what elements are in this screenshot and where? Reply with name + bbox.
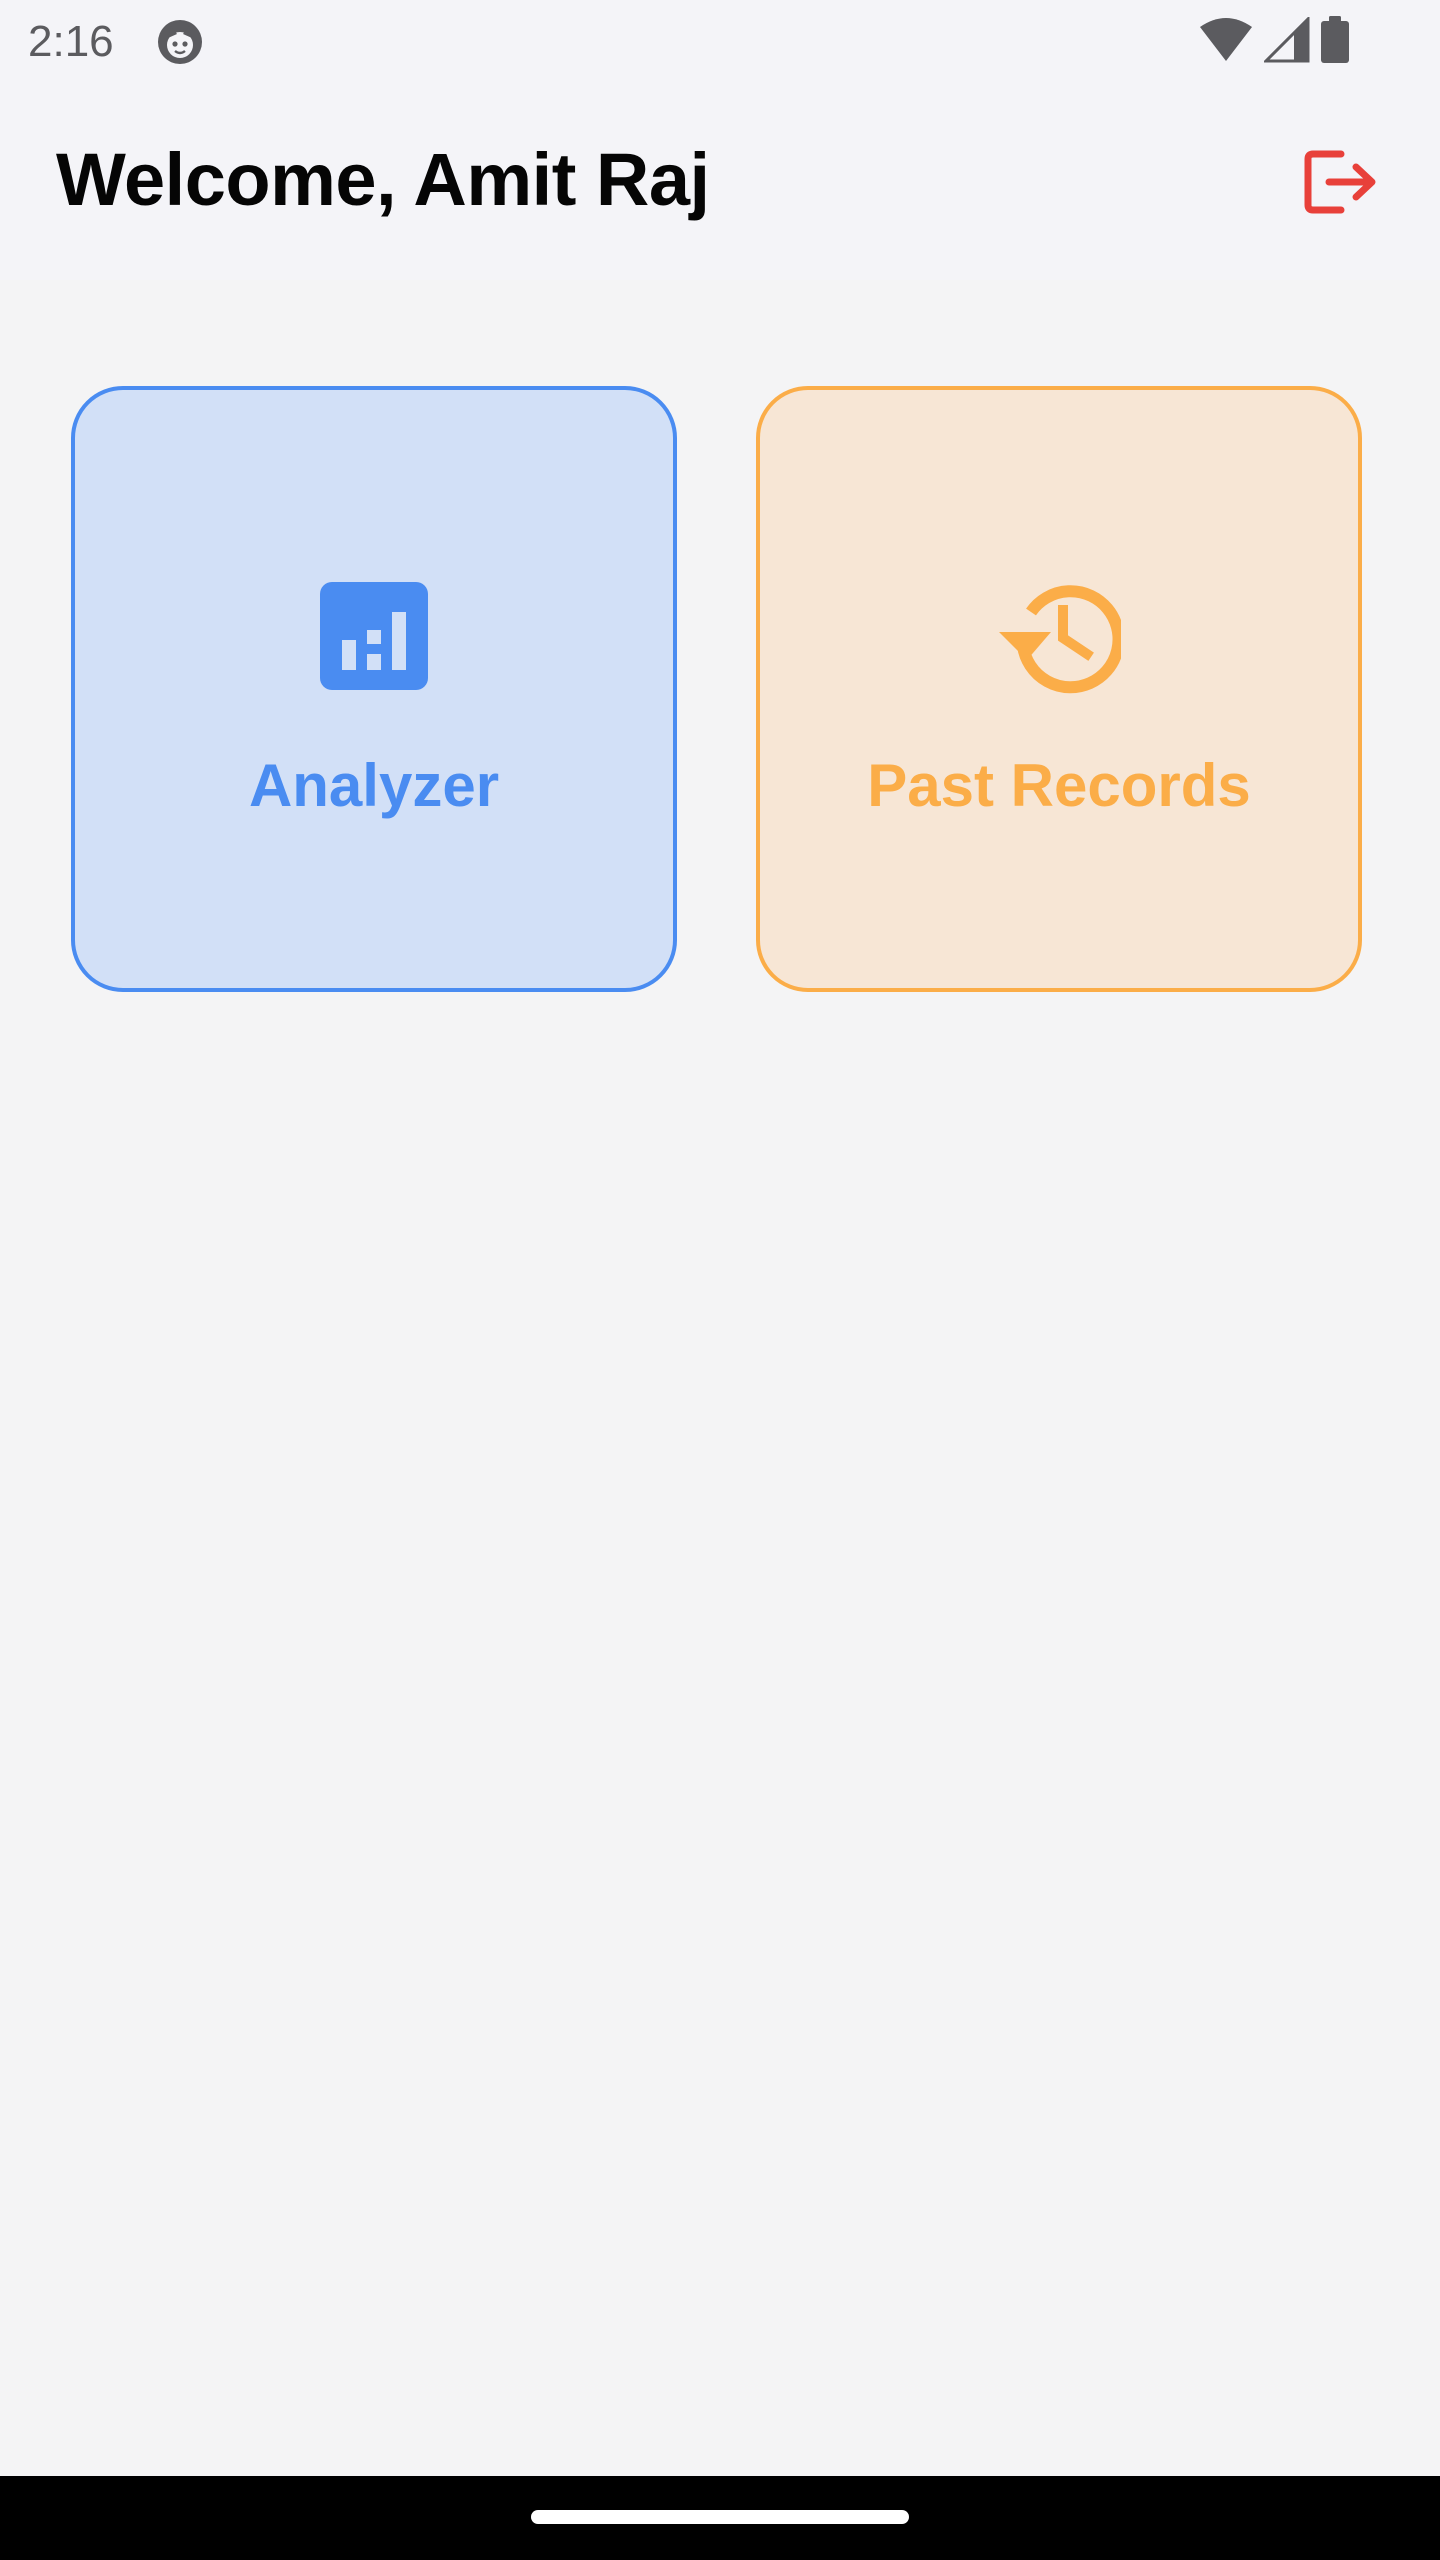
status-time: 2:16 [28,17,114,66]
logout-button[interactable] [1294,136,1390,232]
history-icon [997,574,1125,698]
status-icons [1198,14,1350,69]
home-indicator[interactable] [531,2510,909,2524]
page-title: Welcome, Amit Raj [56,138,710,221]
system-navigation-bar [0,2476,1440,2560]
past-records-card[interactable]: Past Records [756,386,1362,992]
logout-icon [1303,146,1381,223]
past-records-label: Past Records [867,752,1251,819]
analyzer-label: Analyzer [248,752,500,819]
analyzer-card[interactable]: Analyzer [71,386,677,992]
app-header: Welcome, Amit Raj [0,84,1440,280]
cellular-signal-icon [1262,14,1310,68]
main-content: Analyzer Past Records [0,280,1440,2476]
app-notification-icon [156,18,204,66]
status-bar: 2:16 [0,0,1440,84]
analytics-icon [312,574,436,698]
wifi-icon [1198,17,1254,68]
battery-icon [1320,15,1350,69]
